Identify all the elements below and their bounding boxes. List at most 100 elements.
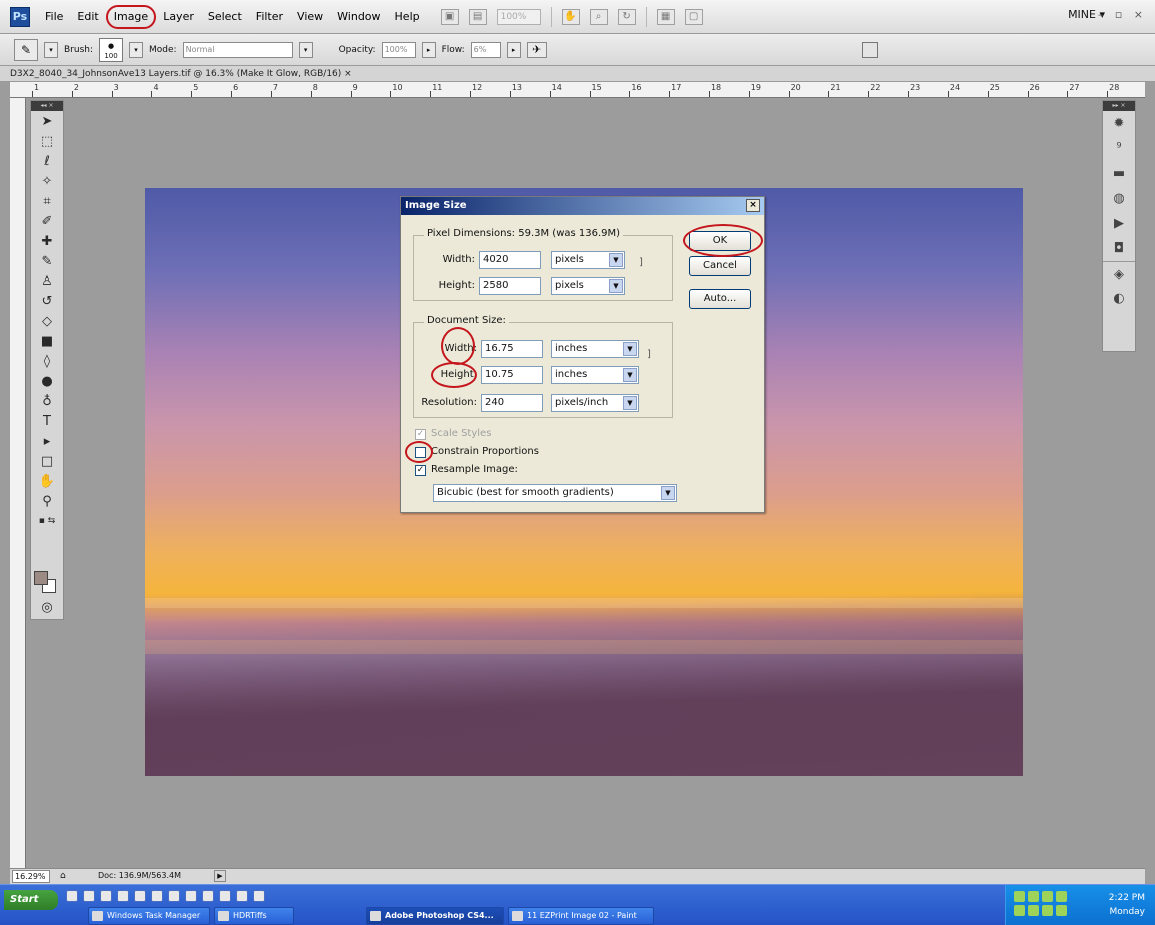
px-width-unit-select[interactable]: pixels ▼	[551, 251, 625, 269]
bridge-icon[interactable]: ▣	[440, 8, 459, 25]
extras-icon[interactable]: ▤	[468, 8, 487, 25]
quick-launch-icon[interactable]	[185, 890, 197, 902]
scale-styles-checkbox[interactable]: ✓	[415, 429, 426, 440]
actions-icon[interactable]: ▶	[1103, 211, 1135, 236]
healing-brush-tool-icon[interactable]: ✚	[31, 231, 63, 251]
quick-launch-icon[interactable]	[100, 890, 112, 902]
quick-launch-icon[interactable]	[134, 890, 146, 902]
task-paint[interactable]: 11 EZPrint Image 02 - Paint	[508, 907, 654, 925]
quick-launch-icon[interactable]	[151, 890, 163, 902]
dialog-title-bar[interactable]: Image Size ×	[401, 197, 764, 215]
menu-select[interactable]: Select	[201, 6, 249, 28]
panel-collapse-handle[interactable]: ◂◂ ×	[31, 101, 63, 111]
layers-icon[interactable]: ◈	[1103, 261, 1135, 286]
auto-button[interactable]: Auto...	[689, 289, 751, 309]
menu-layer[interactable]: Layer	[156, 6, 201, 28]
channels-icon[interactable]: ◐	[1103, 286, 1135, 311]
resolution-unit-select[interactable]: pixels/inch ▼	[551, 394, 639, 412]
type-tool-icon[interactable]: T	[31, 411, 63, 431]
quick-launch-icon[interactable]	[253, 890, 265, 902]
menu-file[interactable]: File	[38, 6, 70, 28]
menu-image[interactable]: Image	[105, 4, 157, 29]
quick-mask-icon[interactable]: ◎	[31, 597, 63, 617]
eraser-tool-icon[interactable]: ◇	[31, 311, 63, 331]
doc-width-unit-select[interactable]: inches ▼	[551, 340, 639, 358]
task-hdrtiffs[interactable]: HDRTiffs	[214, 907, 294, 925]
brush-tool-preset-icon[interactable]: ✎	[14, 38, 38, 61]
doc-height-field[interactable]: 10.75	[481, 366, 543, 384]
resample-image-checkbox[interactable]: ✓	[415, 465, 426, 476]
quick-launch-icon[interactable]	[83, 890, 95, 902]
px-height-unit-select[interactable]: pixels ▼	[551, 277, 625, 295]
brush-preview[interactable]: ● 100	[99, 37, 124, 62]
document-tab[interactable]: D3X2_8040_34_JohnsonAve13 Layers.tif @ 1…	[0, 66, 1155, 82]
quick-launch-icon[interactable]	[66, 890, 78, 902]
opacity-field[interactable]: 100%	[381, 41, 416, 58]
tray-icon[interactable]	[1028, 891, 1039, 902]
blur-tool-icon[interactable]: ◊	[31, 351, 63, 371]
zoom-tool-icon[interactable]: ⚲	[31, 491, 63, 511]
px-height-field[interactable]: 2580	[479, 277, 541, 295]
clock[interactable]: 2:22 PM Monday	[1109, 891, 1145, 919]
panel-collapse-handle[interactable]: ▸▸ ×	[1103, 101, 1135, 111]
foreground-color-swatch[interactable]	[34, 571, 48, 585]
tray-icon[interactable]	[1028, 905, 1039, 916]
gradient-tool-icon[interactable]: ■	[31, 331, 63, 351]
close-icon[interactable]: ×	[746, 199, 760, 212]
zoom-level[interactable]: 100%	[496, 8, 541, 25]
resample-method-select[interactable]: Bicubic (best for smooth gradients) ▼	[433, 484, 677, 502]
panels-toggle-icon[interactable]	[862, 42, 878, 58]
airbrush-icon[interactable]: ✈	[526, 41, 547, 58]
chevron-down-icon[interactable]: ▾	[44, 41, 58, 58]
px-width-field[interactable]: 4020	[479, 251, 541, 269]
hand-tool-icon[interactable]: ✋	[31, 471, 63, 491]
quick-launch-icon[interactable]	[117, 890, 129, 902]
shape-tool-icon[interactable]: □	[31, 451, 63, 471]
chevron-down-icon[interactable]: ▾	[129, 41, 144, 58]
quick-launch-icon[interactable]	[219, 890, 231, 902]
move-tool-icon[interactable]: ➤	[31, 111, 63, 131]
task-adobe-photoshop[interactable]: Adobe Photoshop CS4...	[366, 907, 504, 925]
swap-colors-icon[interactable]: ▪ ⇆	[31, 511, 63, 531]
history-icon[interactable]: ◘	[1103, 236, 1135, 261]
path-select-tool-icon[interactable]: ▸	[31, 431, 63, 451]
crop-tool-icon[interactable]: ⌗	[31, 191, 63, 211]
tray-icon[interactable]	[1056, 905, 1067, 916]
tray-icon[interactable]	[1014, 905, 1025, 916]
quick-launch-icon[interactable]	[202, 890, 214, 902]
menu-help[interactable]: Help	[388, 6, 427, 28]
menu-view[interactable]: View	[290, 6, 330, 28]
window-controls[interactable]: – ▫ ×	[1098, 8, 1147, 21]
clone-stamp-tool-icon[interactable]: ♙	[31, 271, 63, 291]
menu-edit[interactable]: Edit	[70, 6, 105, 28]
eyedropper-tool-icon[interactable]: ✐	[31, 211, 63, 231]
dodge-tool-icon[interactable]: ●	[31, 371, 63, 391]
zoom-field[interactable]: 16.29%	[12, 870, 50, 883]
rotate-view-icon[interactable]: ↻	[617, 8, 636, 25]
flow-field[interactable]: 6%	[470, 41, 501, 58]
color-icon[interactable]: ◍	[1103, 186, 1135, 211]
tray-icon[interactable]	[1014, 891, 1025, 902]
quick-launch-icon[interactable]	[168, 890, 180, 902]
info-icon[interactable]: ⁹	[1103, 136, 1135, 161]
cancel-button[interactable]: Cancel	[689, 256, 751, 276]
chevron-right-icon[interactable]: ▶	[214, 870, 226, 882]
pen-tool-icon[interactable]: ♁	[31, 391, 63, 411]
mode-select[interactable]: Normal	[182, 41, 293, 58]
tray-icon[interactable]	[1056, 891, 1067, 902]
resolution-field[interactable]: 240	[481, 394, 543, 412]
quick-launch-icon[interactable]	[236, 890, 248, 902]
menu-window[interactable]: Window	[330, 6, 387, 28]
arrange-documents-icon[interactable]: ▦	[656, 8, 675, 25]
status-menu-icon[interactable]: ⌂	[60, 869, 66, 883]
zoom-tool-icon[interactable]: ⌕	[589, 8, 608, 25]
task-windows-task-manager[interactable]: Windows Task Manager	[88, 907, 210, 925]
menu-filter[interactable]: Filter	[249, 6, 290, 28]
doc-width-field[interactable]: 16.75	[481, 340, 543, 358]
hand-tool-icon[interactable]: ✋	[561, 8, 580, 25]
navigator-icon[interactable]: ✹	[1103, 111, 1135, 136]
chevron-right-icon[interactable]: ▸	[506, 41, 521, 58]
doc-height-unit-select[interactable]: inches ▼	[551, 366, 639, 384]
tray-icon[interactable]	[1042, 905, 1053, 916]
quick-select-tool-icon[interactable]: ✧	[31, 171, 63, 191]
